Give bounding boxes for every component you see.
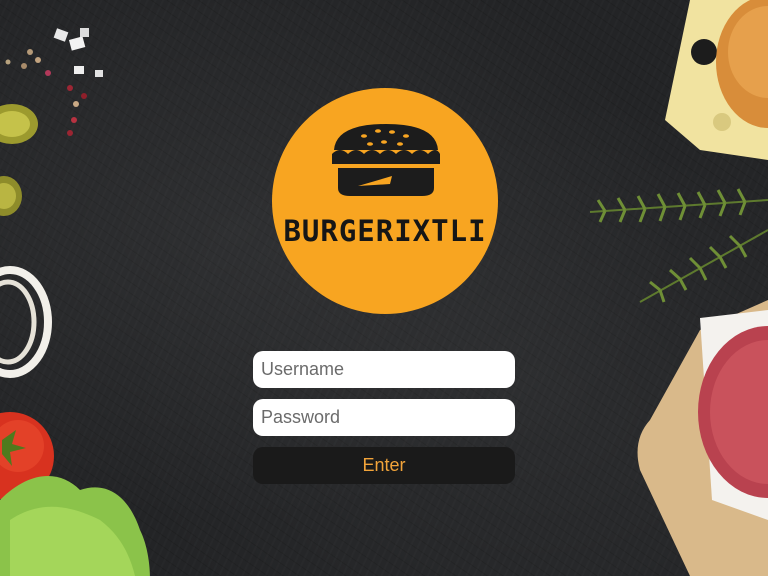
lettuce <box>0 476 150 576</box>
pickle-slices <box>0 104 38 216</box>
password-input[interactable] <box>253 399 515 436</box>
raw-patty-on-board <box>637 300 768 576</box>
enter-button[interactable]: Enter <box>253 447 515 484</box>
username-input[interactable] <box>253 351 515 388</box>
onion-rings <box>0 266 52 378</box>
brand-logo: BURGERIXTLI <box>272 88 498 314</box>
burger-icon <box>332 124 440 196</box>
rosemary <box>589 188 768 303</box>
brand-name: BURGERIXTLI <box>283 214 487 248</box>
